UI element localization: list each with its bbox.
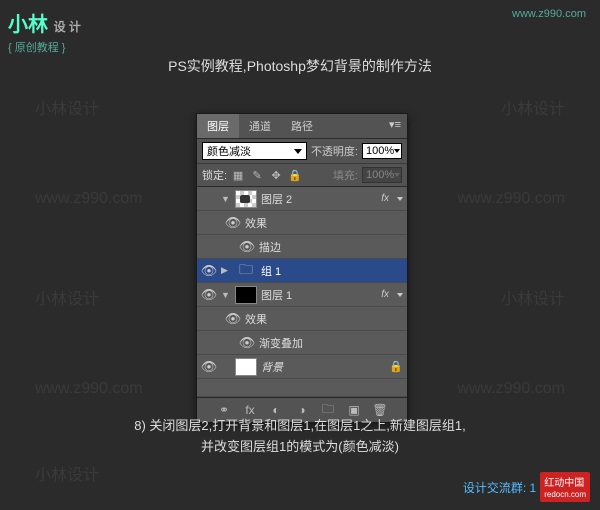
logo: 小林 设 计 原创教程	[8, 8, 81, 55]
visibility-icon[interactable]: 👁	[239, 239, 255, 255]
visibility-icon[interactable]: 👁	[201, 287, 217, 303]
visibility-icon[interactable]: 👁	[225, 311, 241, 327]
lock-all-icon[interactable]: 🔒	[288, 168, 302, 182]
expand-icon[interactable]: ▼	[221, 194, 231, 204]
tab-channels[interactable]: 通道	[239, 114, 281, 138]
visibility-icon[interactable]: 👁	[201, 263, 217, 279]
caption-line1: 8) 关闭图层2,打开背景和图层1,在图层1之上,新建图层组1,	[30, 416, 570, 437]
layers-list: ▼ 图层 2 fx 👁 效果 👁 描边 👁 ▶ 🗀 组 1 👁 ▼ 图层 1 f…	[197, 187, 407, 397]
footer: 设计交流群: 1 红动中国redocn.com	[463, 472, 590, 502]
group-row[interactable]: 👁 ▶ 🗀 组 1	[197, 259, 407, 283]
expand-icon[interactable]: ▶	[221, 265, 231, 276]
background-name: 背景	[261, 359, 385, 375]
panel-tabs: 图层 通道 路径 ▾≡	[197, 114, 407, 139]
watermark: www.z990.com	[35, 380, 143, 398]
step-caption: 8) 关闭图层2,打开背景和图层1,在图层1之上,新建图层组1, 并改变图层组1…	[30, 416, 570, 458]
lock-icon: 🔒	[389, 360, 403, 373]
fx-badge[interactable]: fx	[381, 289, 391, 300]
watermark: www.z990.com	[457, 380, 565, 398]
fill-input[interactable]: 100%	[362, 167, 402, 183]
fx-badge[interactable]: fx	[381, 193, 391, 204]
watermark: 小林设计	[35, 285, 99, 309]
expand-icon[interactable]: ▼	[221, 290, 231, 300]
lock-label: 锁定:	[202, 167, 227, 183]
logo-subtitle: 原创教程	[8, 39, 81, 55]
panel-menu-icon[interactable]: ▾≡	[383, 114, 407, 138]
visibility-icon[interactable]: 👁	[201, 359, 217, 375]
visibility-icon[interactable]: 👁	[239, 335, 255, 351]
fx-caret-icon[interactable]	[397, 197, 403, 201]
qq-group: 设计交流群: 1	[463, 479, 536, 496]
visibility-icon[interactable]	[201, 191, 217, 207]
dropdown-caret-icon	[394, 173, 400, 177]
tutorial-title: PS实例教程,Photoshp梦幻背景的制作方法	[168, 56, 432, 76]
watermark: www.z990.com	[35, 190, 143, 208]
blend-mode-value: 颜色减淡	[207, 143, 251, 159]
effects-row[interactable]: 👁 效果	[197, 307, 407, 331]
tab-layers[interactable]: 图层	[197, 114, 239, 138]
opacity-input[interactable]: 100%	[362, 143, 402, 159]
layer-name: 图层 1	[261, 287, 377, 303]
lock-transparency-icon[interactable]: ▦	[231, 168, 245, 182]
layer-row[interactable]: ▼ 图层 2 fx	[197, 187, 407, 211]
logo-main: 小林 设 计	[8, 8, 81, 37]
blend-mode-select[interactable]: 颜色减淡	[202, 142, 307, 160]
redocn-badge: 红动中国redocn.com	[540, 472, 590, 502]
visibility-icon[interactable]: 👁	[225, 215, 241, 231]
effect-name: 渐变叠加	[259, 335, 403, 351]
group-name: 组 1	[261, 263, 403, 279]
layer-thumbnail	[235, 286, 257, 304]
layer-name: 图层 2	[261, 191, 377, 207]
lock-row: 锁定: ▦ ✎ ✥ 🔒 填充: 100%	[197, 164, 407, 187]
effects-label: 效果	[245, 311, 403, 327]
layers-panel: 图层 通道 路径 ▾≡ 颜色减淡 不透明度: 100% 锁定: ▦ ✎ ✥ 🔒 …	[196, 113, 408, 423]
layer-thumbnail	[235, 358, 257, 376]
layer-thumbnail	[235, 190, 257, 208]
dropdown-caret-icon	[394, 149, 400, 153]
effect-name: 描边	[259, 239, 403, 255]
layer-row[interactable]: 👁 ▼ 图层 1 fx	[197, 283, 407, 307]
blend-row: 颜色减淡 不透明度: 100%	[197, 139, 407, 164]
watermark: 小林设计	[501, 95, 565, 119]
folder-icon: 🗀	[235, 262, 257, 280]
watermark: 小林设计	[35, 461, 99, 485]
opacity-label: 不透明度:	[311, 143, 358, 159]
watermark: 小林设计	[501, 285, 565, 309]
fx-caret-icon[interactable]	[397, 293, 403, 297]
dropdown-caret-icon	[294, 149, 302, 154]
effect-stroke-row[interactable]: 👁 描边	[197, 235, 407, 259]
caption-line2: 并改变图层组1的模式为(颜色减淡)	[30, 437, 570, 458]
url-top: www.z990.com	[512, 8, 586, 20]
lock-pixels-icon[interactable]: ✎	[250, 168, 264, 182]
effects-label: 效果	[245, 215, 403, 231]
lock-position-icon[interactable]: ✥	[269, 168, 283, 182]
tab-paths[interactable]: 路径	[281, 114, 323, 138]
background-layer-row[interactable]: 👁 背景 🔒	[197, 355, 407, 379]
effects-row[interactable]: 👁 效果	[197, 211, 407, 235]
lock-icons: ▦ ✎ ✥ 🔒	[231, 168, 302, 182]
fill-label: 填充:	[333, 167, 358, 183]
effect-gradient-row[interactable]: 👁 渐变叠加	[197, 331, 407, 355]
watermark: 小林设计	[35, 95, 99, 119]
watermark: www.z990.com	[457, 190, 565, 208]
